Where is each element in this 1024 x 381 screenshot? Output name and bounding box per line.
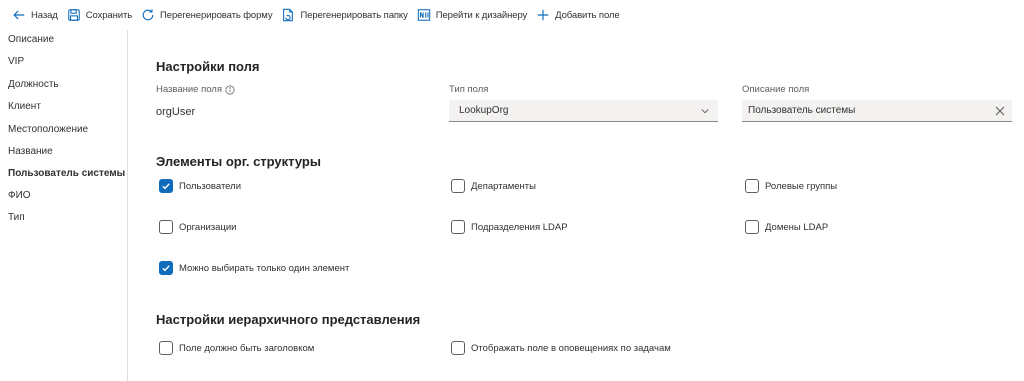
org-structure-title: Элементы орг. структуры [156,154,321,169]
arrow-left-icon [12,8,26,22]
sidebar-item-description[interactable]: Описание [8,34,54,45]
add-field-button[interactable]: Добавить поле [536,2,620,28]
field-description-input[interactable]: Пользователь системы [742,100,1012,122]
sidebar-item-type[interactable]: Тип [8,212,25,223]
sidebar-item-position[interactable]: Должность [8,79,59,90]
checkbox-box [159,220,173,234]
regenerate-form-button[interactable]: Перегенерировать форму [141,2,273,28]
field-name-label-text: Название поля [156,84,222,95]
add-field-label: Добавить поле [555,9,620,21]
refresh-icon [141,8,155,22]
checkbox-single-select-label: Можно выбирать только один элемент [179,262,350,274]
save-button[interactable]: Сохранить [67,2,132,28]
checkbox-role-groups[interactable]: Ролевые группы [745,179,837,193]
field-description-value: Пользователь системы [748,105,856,116]
sidebar-item-full-name[interactable]: ФИО [8,190,31,201]
checkbox-field-is-header-label: Поле должно быть заголовком [179,342,315,354]
sidebar-item-client[interactable]: Клиент [8,101,41,112]
sidebar-item-system-user[interactable]: Пользователь системы [8,168,125,179]
checkbox-box [451,220,465,234]
checkbox-box [745,179,759,193]
checkbox-box [159,341,173,355]
checkmark-icon [159,261,173,275]
checkbox-departments[interactable]: Департаменты [451,179,536,193]
checkbox-single-select[interactable]: Можно выбирать только один элемент [159,261,349,275]
sidebar-item-name[interactable]: Название [8,146,53,157]
sidebar-item-location[interactable]: Местоположение [8,124,88,135]
checkbox-box [451,341,465,355]
field-name-label: Название поля [156,84,235,95]
chevron-down-icon [700,106,710,116]
field-settings-title: Настройки поля [156,59,260,74]
plus-icon [536,8,550,22]
field-name-value: orgUser [156,106,196,118]
regenerate-folder-label: Перегенерировать папку [300,9,408,21]
field-type-label: Тип поля [449,84,489,95]
checkbox-organizations-label: Организации [179,221,237,233]
field-type-value: LookupOrg [459,105,509,116]
checkbox-show-in-notifications[interactable]: Отображать поле в оповещениях по задачам [451,341,671,355]
checkbox-users[interactable]: Пользователи [159,179,241,193]
close-icon[interactable] [994,105,1006,117]
checkbox-box [451,179,465,193]
regenerate-folder-button[interactable]: Перегенерировать папку [281,2,408,28]
go-to-designer-label: Перейти к дизайнеру [435,9,528,21]
main-content: Настройки поля Название поля orgUser Тип… [128,30,1024,381]
save-icon [67,8,81,22]
checkmark-icon [159,179,173,193]
designer-icon [417,8,431,22]
back-label: Назад [31,9,58,21]
checkbox-box [745,220,759,234]
back-button[interactable]: Назад [12,2,58,28]
checkbox-ldap-domains-label: Домены LDAP [765,221,829,233]
toolbar: Назад Сохранить Перегенерировать форму П… [0,0,1024,30]
field-type-select[interactable]: LookupOrg [449,100,718,122]
checkbox-organizations[interactable]: Организации [159,220,236,234]
sidebar: Описание VIP Должность Клиент Местополож… [0,30,128,381]
hierarchy-settings-title: Настройки иерархичного представления [156,312,421,327]
checkbox-users-label: Пользователи [179,180,242,192]
checkbox-departments-label: Департаменты [471,180,536,192]
folder-refresh-icon [281,8,295,22]
save-label: Сохранить [85,9,133,21]
checkbox-field-is-header[interactable]: Поле должно быть заголовком [159,341,314,355]
checkbox-ldap-units-label: Подразделения LDAP [471,221,568,233]
checkbox-role-groups-label: Ролевые группы [765,180,838,192]
checkbox-show-in-notifications-label: Отображать поле в оповещениях по задачам [471,342,671,354]
checkbox-ldap-units[interactable]: Подразделения LDAP [451,220,568,234]
regenerate-form-label: Перегенерировать форму [160,9,273,21]
go-to-designer-button[interactable]: Перейти к дизайнеру [417,2,527,28]
info-icon[interactable] [225,84,235,95]
checkbox-ldap-domains[interactable]: Домены LDAP [745,220,828,234]
sidebar-item-vip[interactable]: VIP [8,56,24,67]
field-description-label: Описание поля [742,84,810,95]
